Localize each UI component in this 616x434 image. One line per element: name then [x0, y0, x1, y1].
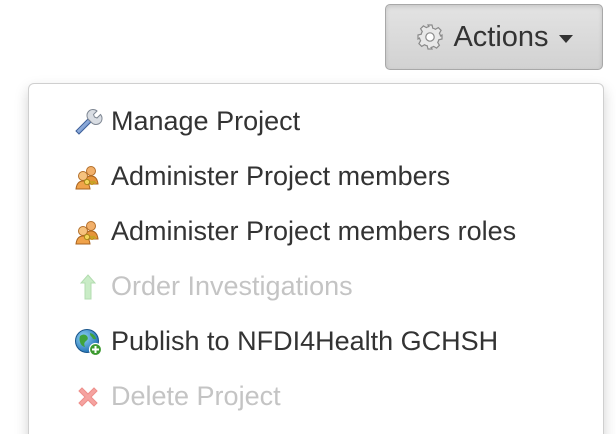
- actions-dropdown-container: Actions Manage Project Administer Projec…: [0, 0, 616, 434]
- menu-item-manage-project[interactable]: Manage Project: [29, 94, 603, 149]
- caret-down-icon: [558, 35, 573, 43]
- actions-menu: Manage Project Administer Project member…: [28, 83, 604, 434]
- wrench-icon: [71, 105, 105, 139]
- menu-item-administer-member-roles[interactable]: Administer Project members roles: [29, 204, 603, 259]
- red-cross-icon: [71, 380, 105, 414]
- actions-button[interactable]: Actions: [385, 4, 603, 70]
- menu-item-label: Administer Project members: [111, 161, 451, 191]
- menu-item-administer-members[interactable]: Administer Project members: [29, 149, 603, 204]
- gear-icon: [415, 22, 445, 52]
- menu-item-label: Delete Project: [111, 381, 281, 411]
- menu-item-label: Manage Project: [111, 106, 301, 136]
- users-key-icon: [71, 160, 105, 194]
- menu-item-order-investigations: Order Investigations: [29, 259, 603, 314]
- menu-item-publish-nfdi4health[interactable]: Publish to NFDI4Health GCHSH: [29, 314, 603, 369]
- menu-item-label: Publish to NFDI4Health GCHSH: [111, 326, 499, 356]
- menu-item-delete-project: Delete Project: [29, 369, 603, 424]
- menu-item-label: Administer Project members roles: [111, 216, 517, 246]
- users-key-icon: [71, 215, 105, 249]
- actions-button-label: Actions: [453, 20, 549, 53]
- arrow-up-icon: [71, 270, 105, 304]
- menu-item-label: Order Investigations: [111, 271, 353, 301]
- globe-plus-icon: [71, 325, 105, 359]
